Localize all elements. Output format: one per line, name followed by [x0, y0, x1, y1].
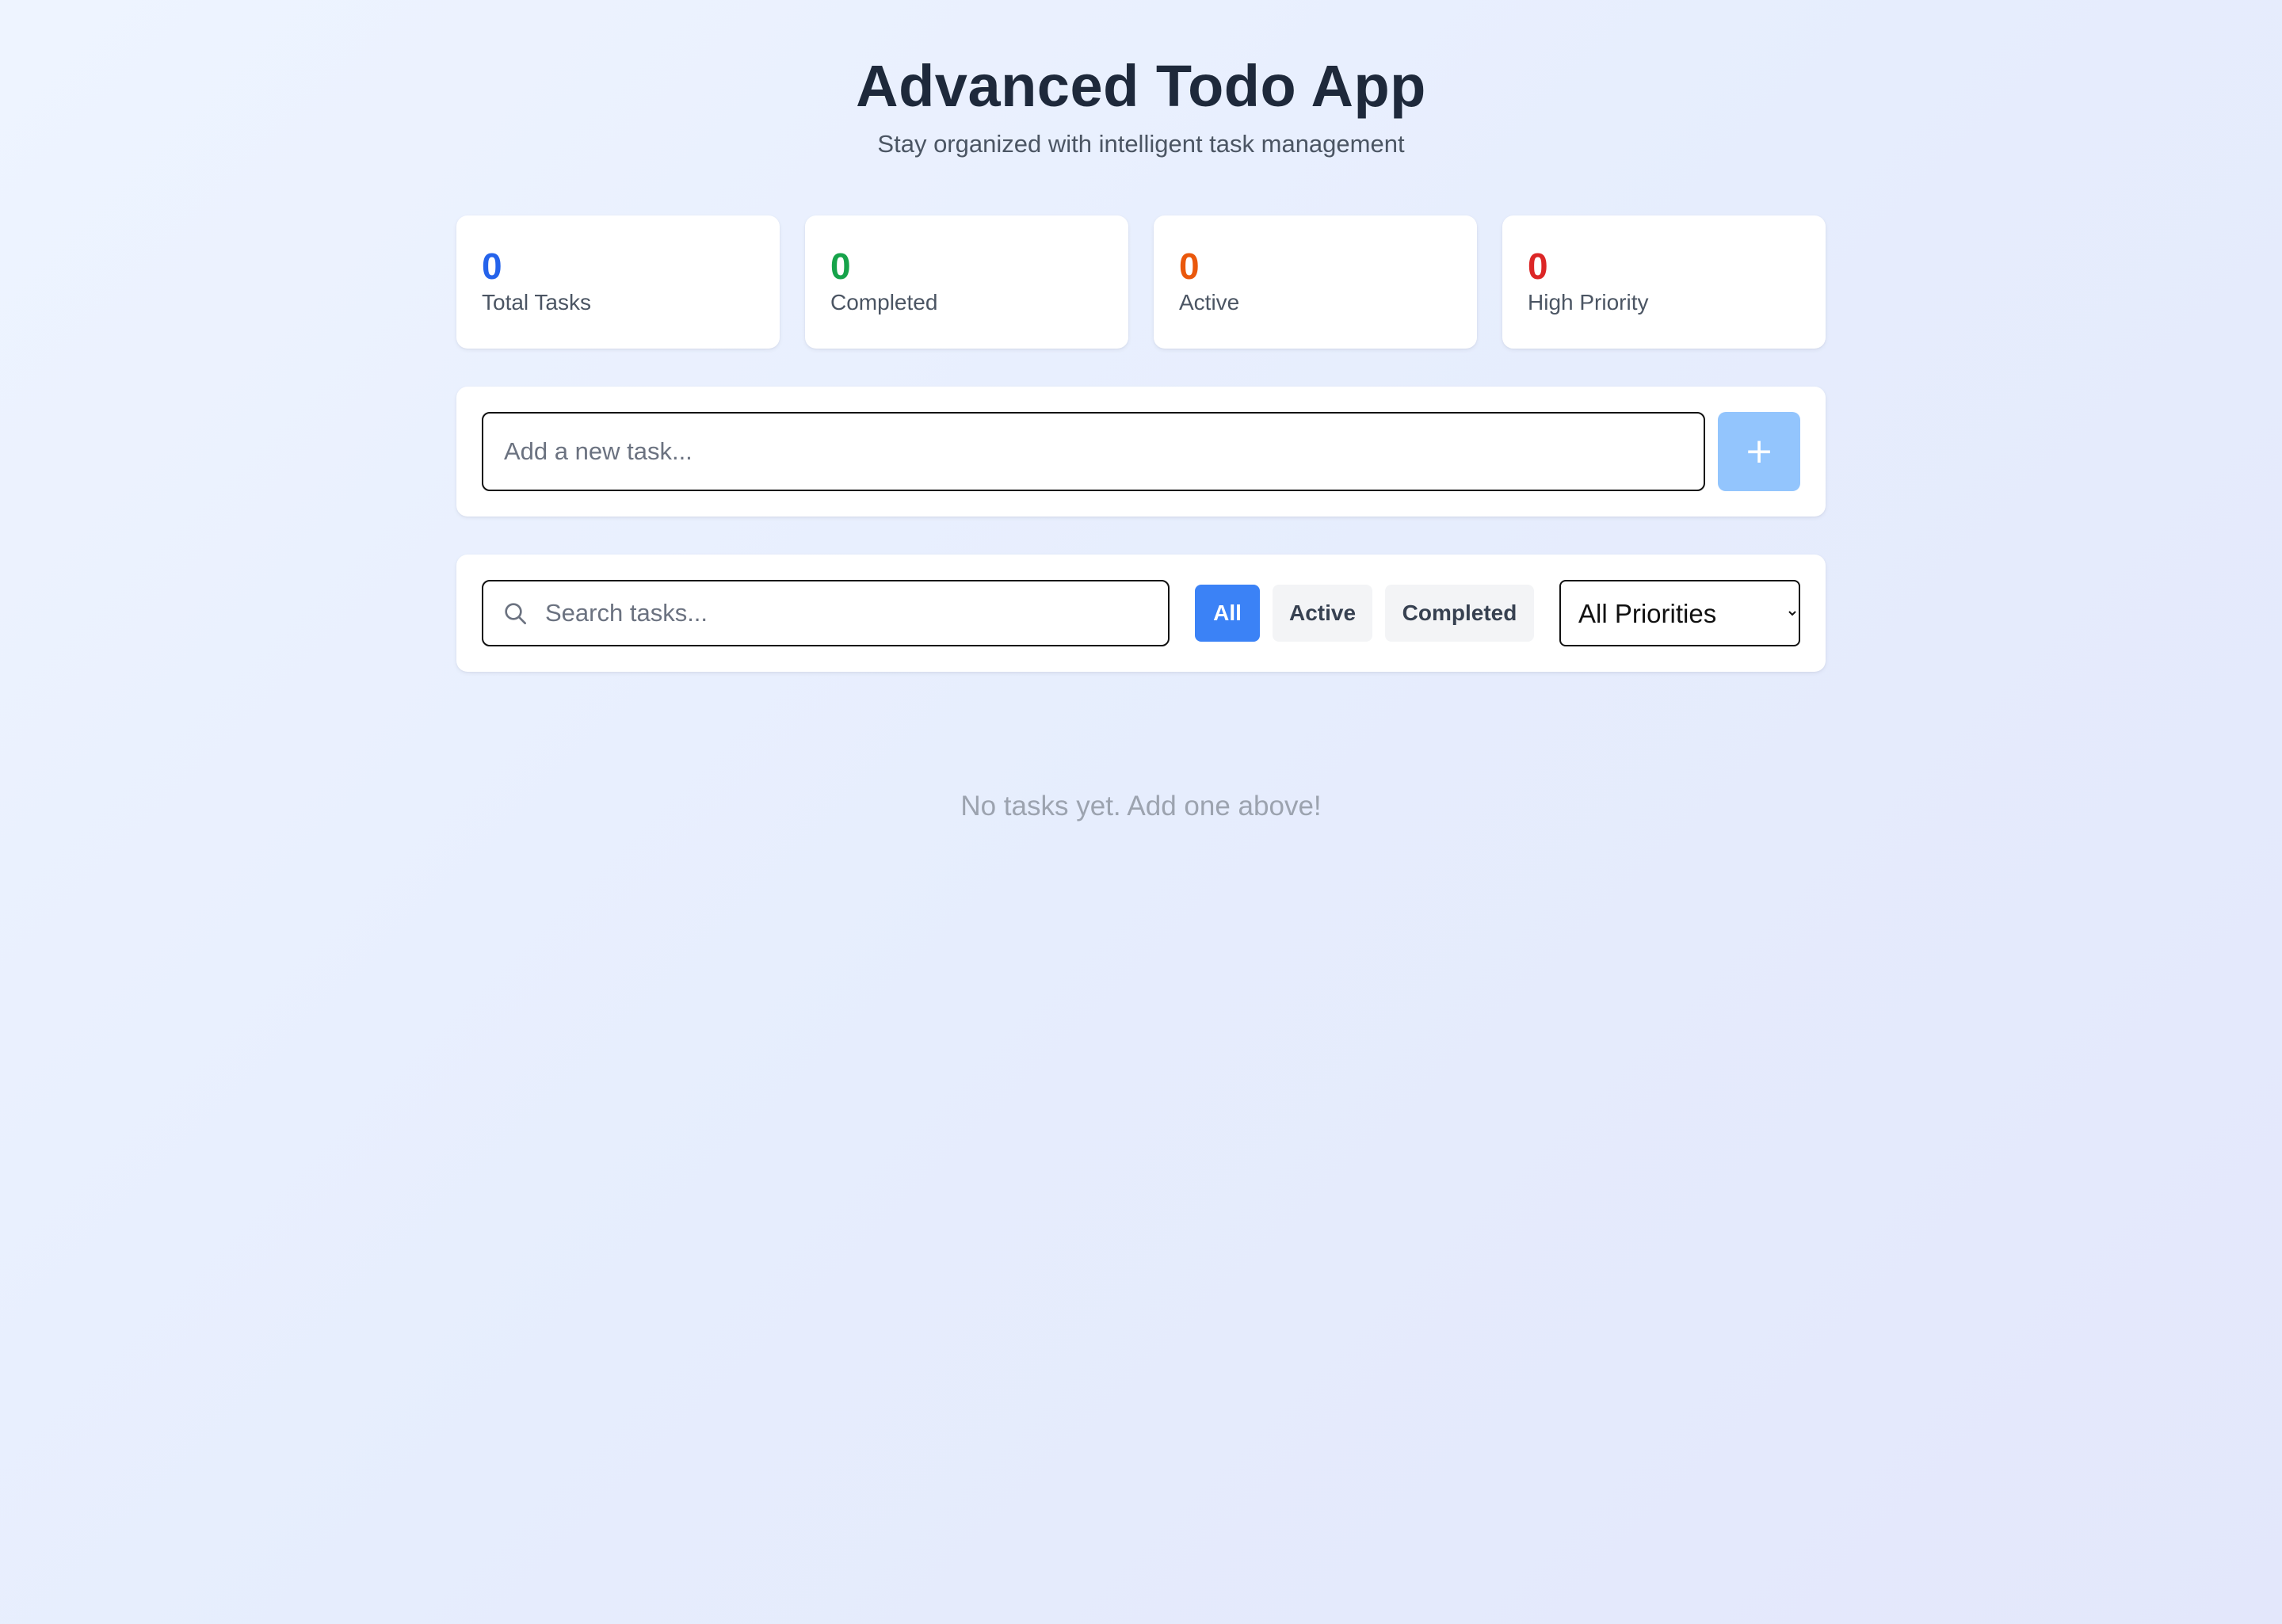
stat-value-high-priority: 0 — [1528, 246, 1548, 287]
search-icon — [505, 603, 526, 624]
new-task-input[interactable] — [482, 412, 1705, 491]
stat-value-active: 0 — [1179, 246, 1200, 287]
filter-active-button[interactable]: Active — [1273, 585, 1372, 642]
stat-value-completed: 0 — [830, 246, 851, 287]
empty-state-message: No tasks yet. Add one above! — [960, 791, 1322, 822]
stat-label-total: Total Tasks — [482, 290, 591, 315]
stat-label-active: Active — [1179, 290, 1240, 315]
stats-row: 0 Total Tasks 0 Completed 0 Active 0 Hig… — [456, 215, 1826, 349]
plus-icon: + — [1744, 431, 1774, 471]
stat-card-active: 0 Active — [1154, 215, 1477, 349]
add-task-panel: + — [456, 387, 1826, 517]
stat-value-total: 0 — [482, 246, 502, 287]
add-task-button[interactable]: + — [1718, 412, 1800, 491]
stat-card-completed: 0 Completed — [805, 215, 1128, 349]
filter-completed-button[interactable]: Completed — [1385, 585, 1534, 642]
priority-filter-select[interactable]: All Priorities — [1559, 580, 1800, 646]
filter-all-button[interactable]: All — [1195, 585, 1260, 642]
search-input[interactable] — [545, 581, 1155, 645]
page-title: Advanced Todo App — [856, 53, 1426, 119]
page-subtitle: Stay organized with intelligent task man… — [877, 130, 1405, 158]
search-box — [482, 580, 1170, 646]
filter-panel: All Active Completed All Priorities — [456, 555, 1826, 672]
stat-label-completed: Completed — [830, 290, 938, 315]
stat-card-high-priority: 0 High Priority — [1502, 215, 1826, 349]
stat-label-high-priority: High Priority — [1528, 290, 1649, 315]
stat-card-total: 0 Total Tasks — [456, 215, 780, 349]
